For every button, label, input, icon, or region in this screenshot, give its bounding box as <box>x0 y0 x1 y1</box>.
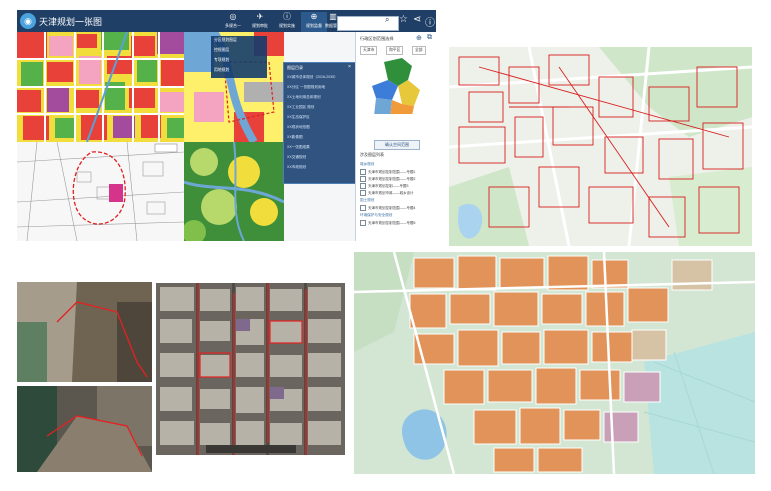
info-icon: ⓘ <box>283 12 291 21</box>
export-icon[interactable]: ⧉ <box>427 34 432 42</box>
land-parcel-map[interactable] <box>354 252 755 474</box>
share-icon[interactable]: ⋖ <box>413 14 421 25</box>
checkbox[interactable] <box>360 190 366 196</box>
layer-row[interactable]: XX一张图成果 <box>287 145 353 153</box>
region-overview-map[interactable] <box>362 56 432 114</box>
panel-title: 行政区划范围选择 <box>360 36 394 41</box>
submenu-item[interactable]: 专项规划 <box>214 58 266 66</box>
layer-catalog-panel: 图层目录 × XX城市总体规划（2016-2035） XX分区 一张图规划用地 … <box>283 62 357 184</box>
ecology-map-tile[interactable] <box>184 142 284 241</box>
site-photo-yard-graphic <box>17 386 152 472</box>
layer-row[interactable]: XX分区 一张图规划用地 <box>287 85 353 93</box>
search-icon[interactable]: ⌕ <box>385 15 389 25</box>
layer-group-label: 国土规划 <box>360 198 375 202</box>
checkbox[interactable] <box>360 176 366 182</box>
target-icon[interactable]: ⊕ <box>416 34 422 42</box>
layer-checkbox-item[interactable]: 天津市规划控制范围——专题5 <box>360 220 436 226</box>
nav-planning-integration[interactable]: ◎ 多规合一 <box>220 12 246 32</box>
region-selection-panel: 行政区划范围选择 ⊕ ⧉ 天津市 和平区 全部 确认空间范围 涉及图层列表 城乡… <box>355 32 436 241</box>
cadastral-map-graphic <box>17 142 184 241</box>
layer-checkbox-item[interactable]: 天津市规划控制范围——专题4 <box>360 205 436 211</box>
layer-submenu: 分区规划图层 控规图层 专项规划 用地规划 <box>211 36 267 78</box>
layer-row[interactable]: XX现状地形图 <box>287 125 353 133</box>
nav-planning-implementation[interactable]: ⓘ 规划实施 <box>274 12 300 32</box>
scope-select[interactable]: 全部 <box>412 46 426 55</box>
layer-list-title: 涉及图层列表 <box>360 152 384 157</box>
layer-row[interactable]: XX市政规划 <box>287 165 353 173</box>
land-parcel-graphic <box>354 252 755 474</box>
nav-planning-approval[interactable]: ✈ 规划审批 <box>247 12 273 32</box>
layer-row[interactable]: XX工业园区 规划 <box>287 105 353 113</box>
app-header: ◉ 天津规划一张图 ◎ 多规合一 ✈ 规划审批 ⓘ 规划实施 ⊕ 规划监督 ▥ … <box>17 10 436 32</box>
layer-group-label: 环境保护与安全规划 <box>360 213 393 217</box>
layer-row[interactable]: XX影像图 <box>287 135 353 143</box>
layer-row[interactable]: XX交通规划 <box>287 155 353 163</box>
cadastral-map-tile[interactable] <box>17 142 184 241</box>
checkbox[interactable] <box>360 205 366 211</box>
aerial-housing-graphic <box>156 283 345 455</box>
plane-icon: ✈ <box>256 12 264 21</box>
layer-row[interactable]: XX土地利用总体规划 <box>287 95 353 103</box>
submenu-item[interactable]: 用地规划 <box>214 68 266 76</box>
confirm-scope-button[interactable]: 确认空间范围 <box>374 140 420 150</box>
layer-checkbox-item[interactable]: 天津市规划控制——专题3 <box>360 183 436 189</box>
close-icon[interactable]: × <box>348 64 351 70</box>
landuse-map-tile[interactable] <box>17 32 184 142</box>
help-icon[interactable]: ⓘ <box>425 14 435 29</box>
site-photo-wall-graphic <box>17 282 152 382</box>
layer-panel-title: 图层目录 <box>287 65 303 70</box>
site-photo-wall[interactable] <box>17 282 152 382</box>
site-photo-yard[interactable] <box>17 386 152 472</box>
layer-checkbox-item[interactable]: 天津市规划控制范围——专题1 <box>360 169 436 175</box>
district-select[interactable]: 和平区 <box>386 46 404 55</box>
checkbox[interactable] <box>360 169 366 175</box>
layer-checkbox-item[interactable]: 天津市规划控制范围——专题2 <box>360 176 436 182</box>
submenu-item[interactable]: 分区规划图层 <box>214 38 266 46</box>
search-input[interactable] <box>337 16 399 31</box>
app-title: 天津规划一张图 <box>39 17 103 27</box>
layer-row[interactable]: XX生态保护区 <box>287 115 353 123</box>
parcel-boundary-graphic <box>449 47 752 246</box>
gis-app-window: ◉ 天津规划一张图 ◎ 多规合一 ✈ 规划审批 ⓘ 规划实施 ⊕ 规划监督 ▥ … <box>17 10 436 241</box>
landuse-map-graphic <box>17 32 184 142</box>
checkbox[interactable] <box>360 220 366 226</box>
parcel-boundary-map[interactable] <box>449 47 752 246</box>
aerial-housing-photo[interactable] <box>156 283 345 455</box>
logo-icon: ◉ <box>20 13 36 29</box>
city-select[interactable]: 天津市 <box>360 46 378 55</box>
layer-checkbox-item[interactable]: 天津市规划市政——城乡设计 <box>360 190 436 196</box>
globe-icon: ◎ <box>229 12 237 21</box>
submenu-item[interactable]: 控规图层 <box>214 48 266 56</box>
star-icon[interactable]: ☆ <box>399 14 408 25</box>
ecology-map-graphic <box>184 142 284 241</box>
checkbox[interactable] <box>360 183 366 189</box>
layer-group-label: 城乡规划 <box>360 162 375 166</box>
layer-row[interactable]: XX城市总体规划（2016-2035） <box>287 75 353 83</box>
